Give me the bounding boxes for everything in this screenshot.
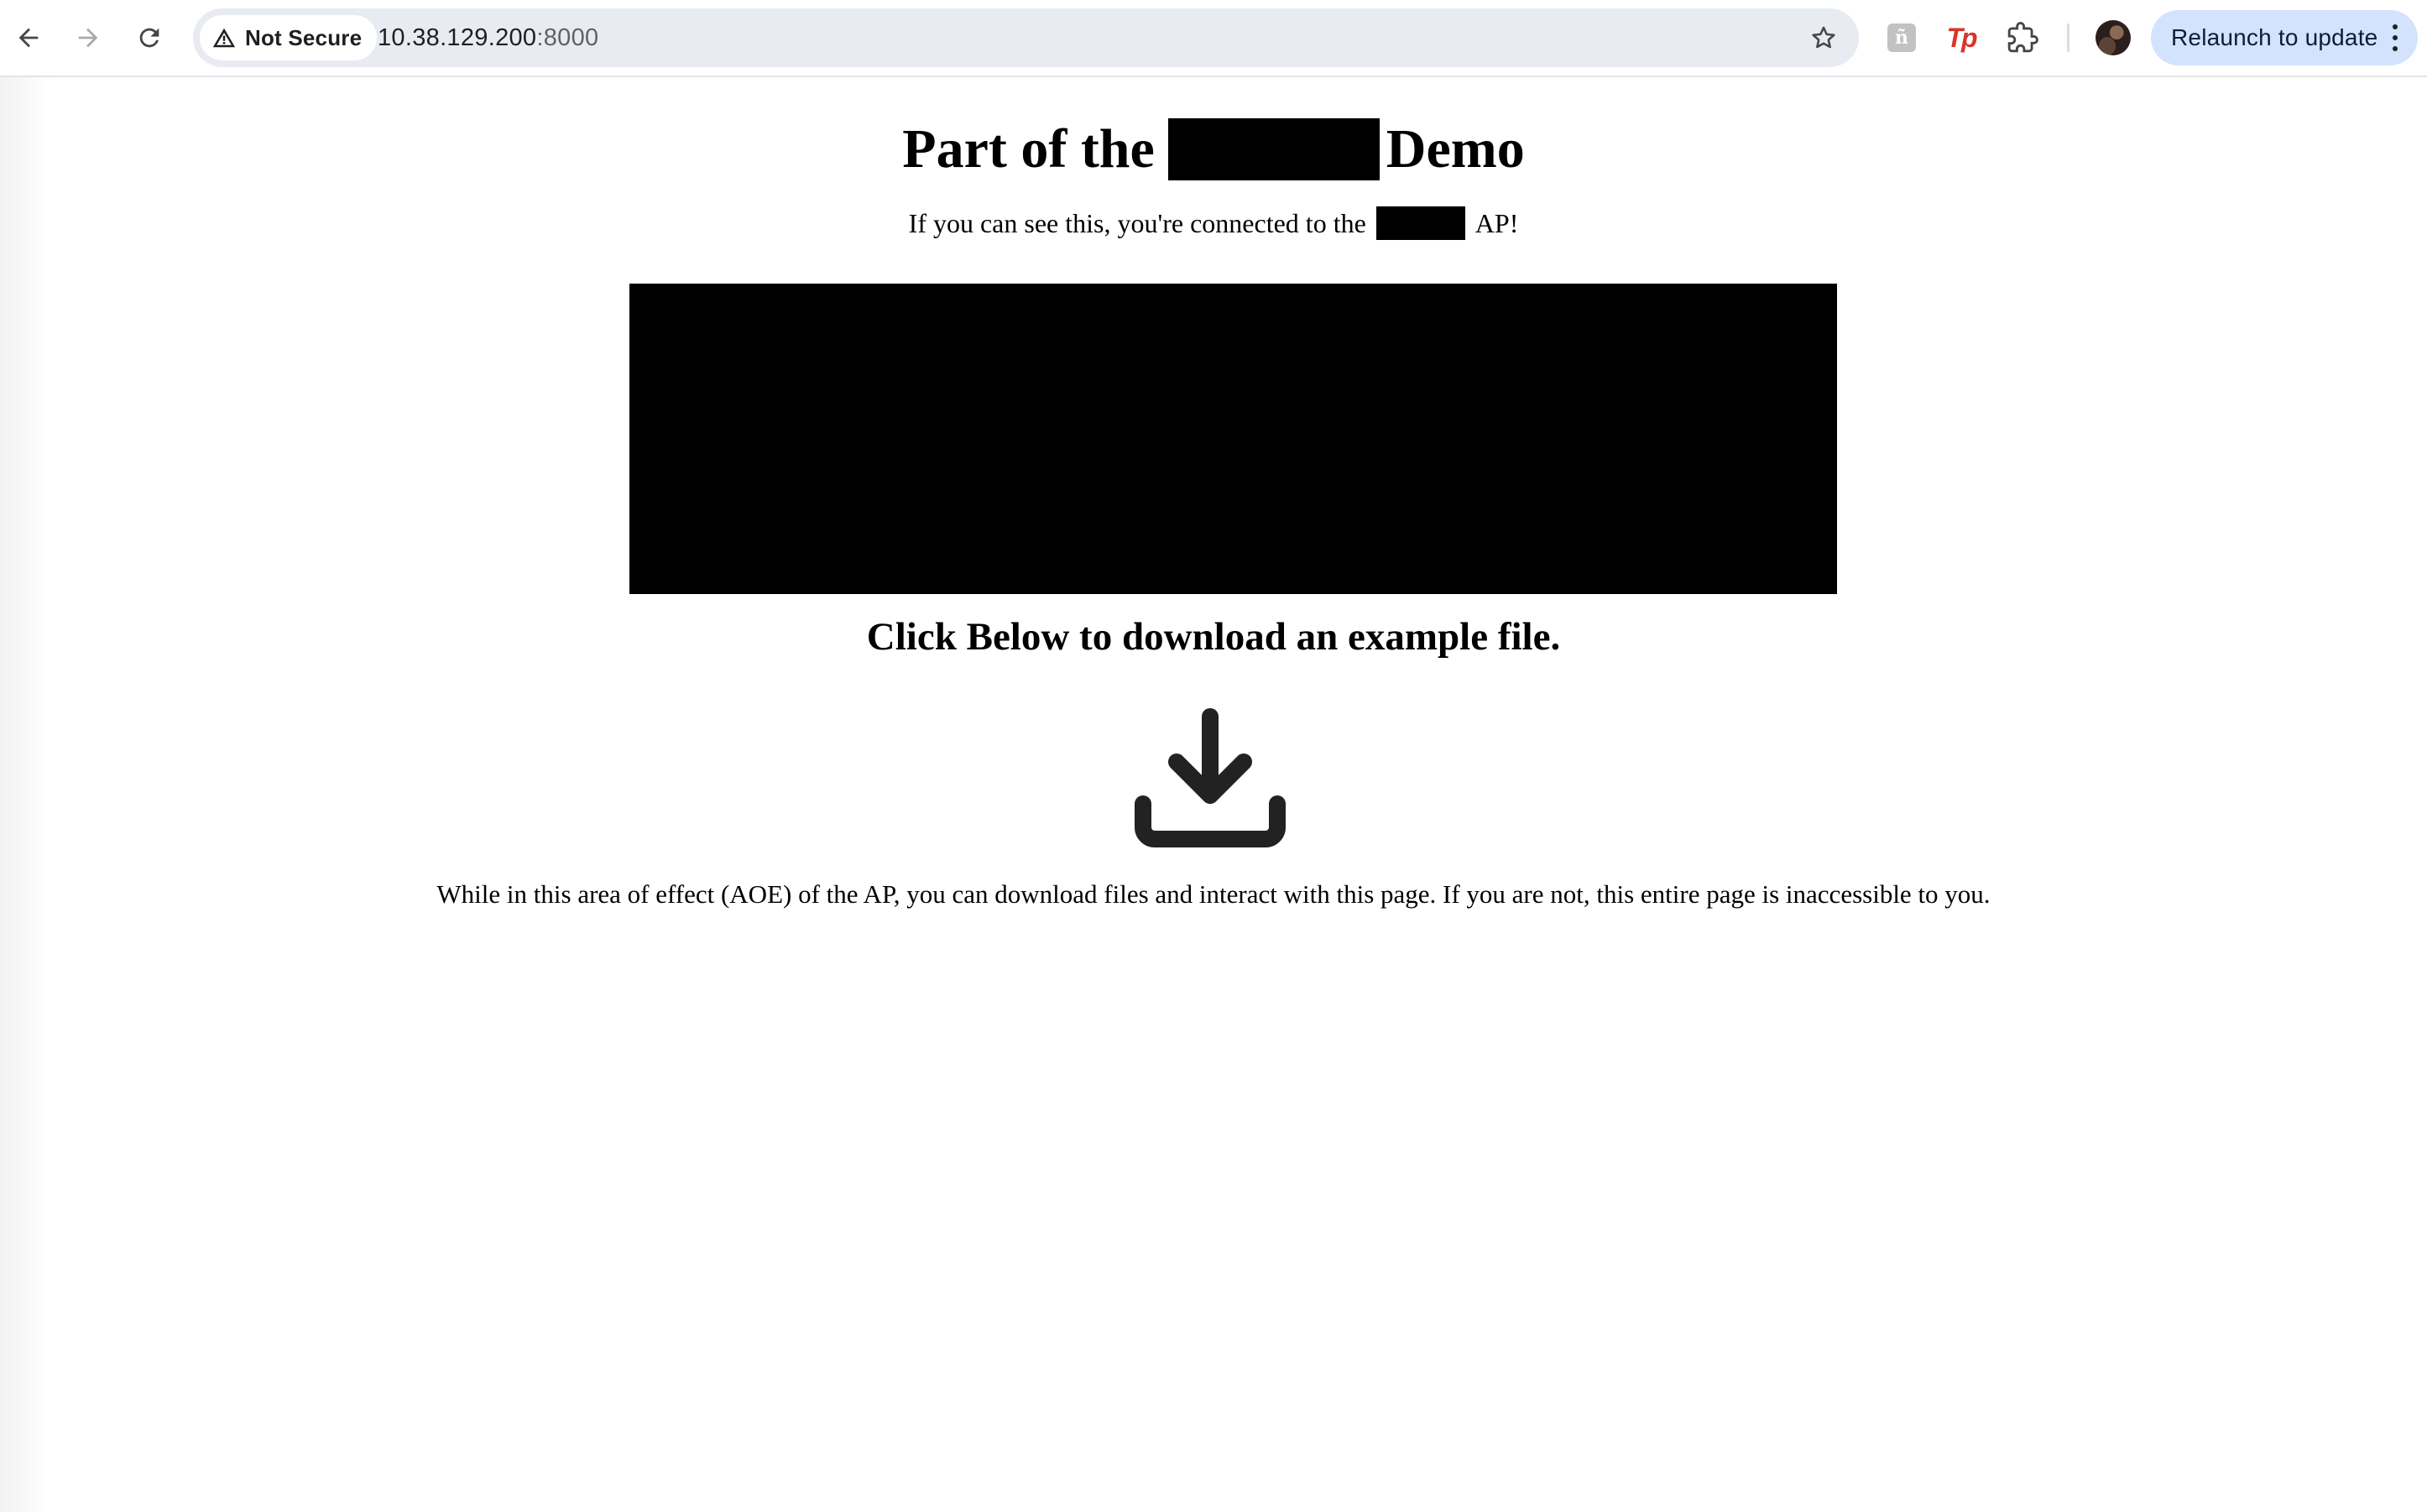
browser-toolbar: Not Secure 10.38.129.200:8000 ñ Tp Relau… (0, 0, 2427, 77)
extension-tp-button[interactable]: Tp (1942, 18, 1981, 57)
toolbar-divider (2067, 23, 2069, 52)
extension-gray-button[interactable]: ñ (1882, 18, 1921, 57)
download-icon[interactable] (1135, 705, 1286, 856)
relaunch-button[interactable]: Relaunch to update (2151, 10, 2418, 65)
address-bar[interactable]: Not Secure 10.38.129.200:8000 (193, 8, 1859, 67)
title-suffix: Demo (1386, 118, 1525, 180)
extension-tp-icon: Tp (1946, 22, 1977, 53)
subtitle-prefix: If you can see this, you're connected to… (908, 207, 1366, 238)
security-chip[interactable]: Not Secure (200, 15, 378, 60)
title-redaction (1167, 118, 1380, 180)
extensions-puzzle-icon (2007, 22, 2038, 53)
web-page: Part of the Demo If you can see this, yo… (0, 77, 2427, 1512)
relaunch-label: Relaunch to update (2171, 24, 2378, 50)
warning-icon (212, 28, 236, 48)
extensions-button[interactable] (2003, 18, 2042, 57)
subtitle-suffix: AP! (1474, 207, 1519, 238)
back-button[interactable] (8, 18, 49, 58)
url-host: 10.38.129.200 (378, 24, 537, 51)
kebab-menu-icon[interactable] (2391, 24, 2399, 51)
reload-button[interactable] (129, 18, 170, 58)
subtitle-redaction (1375, 206, 1465, 240)
security-label: Not Secure (245, 24, 363, 50)
url-port: :8000 (536, 24, 599, 51)
reload-icon (139, 28, 159, 48)
extension-gray-icon: ñ (1887, 23, 1916, 52)
page-edge-shadow (0, 77, 50, 1512)
bookmark-star-button[interactable] (1803, 18, 1844, 58)
forward-arrow-icon (78, 28, 98, 48)
aoe-note: While in this area of effect (AOE) of th… (436, 879, 1991, 909)
profile-avatar[interactable] (2096, 20, 2131, 55)
connection-message: If you can see this, you're connected to… (0, 206, 2427, 240)
url-text[interactable]: 10.38.129.200:8000 (378, 8, 598, 67)
download-heading: Click Below to download an example file. (866, 615, 1561, 659)
star-icon (1812, 26, 1835, 49)
forward-button[interactable] (68, 18, 108, 58)
page-title: Part of the Demo (0, 112, 2427, 186)
redacted-image (629, 284, 1837, 594)
title-prefix: Part of the (902, 118, 1155, 180)
back-arrow-icon (18, 28, 39, 48)
